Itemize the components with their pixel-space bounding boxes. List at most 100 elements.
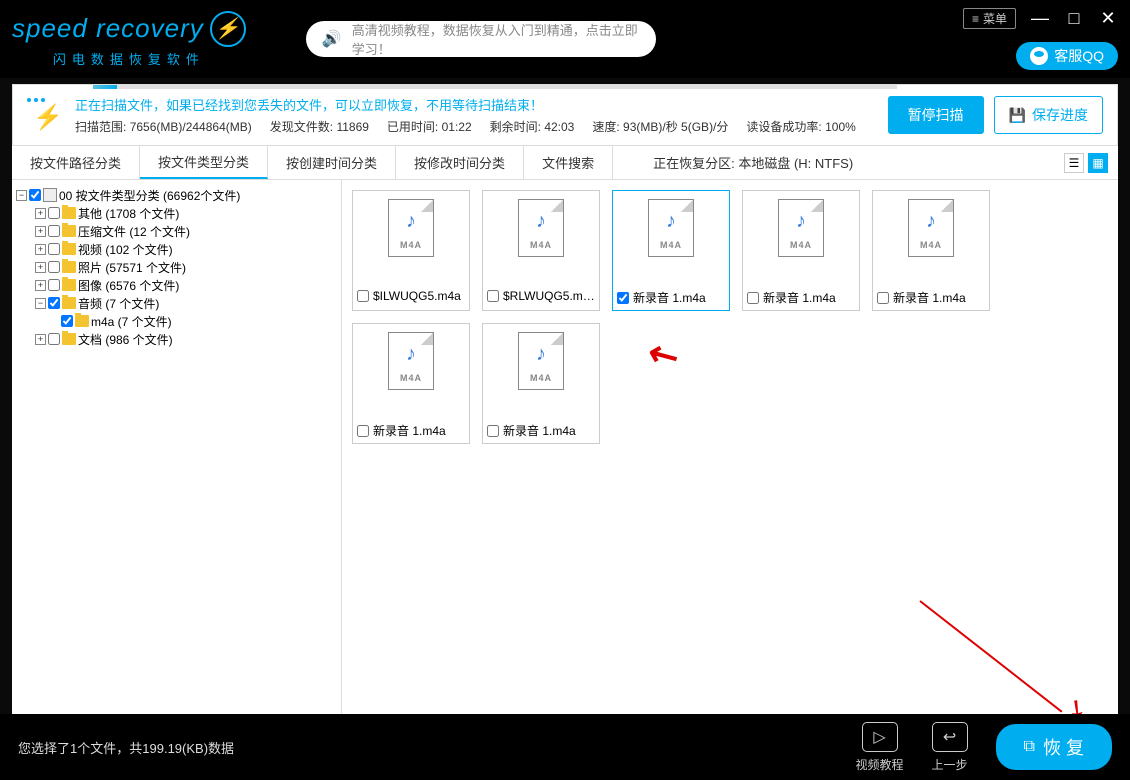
video-tutorial-button[interactable]: ▷ 视频教程: [856, 722, 904, 773]
tree-checkbox[interactable]: [29, 189, 41, 201]
tab-by-modified[interactable]: 按修改时间分类: [396, 146, 524, 179]
scan-status-panel: ⚡ 正在扫描文件，如果已经找到您丢失的文件，可以立即恢复，不用等待扫描结束！ 扫…: [12, 84, 1118, 146]
tree-checkbox[interactable]: [61, 315, 73, 327]
music-note-icon: ♪: [536, 343, 546, 366]
expand-icon[interactable]: −: [35, 298, 46, 309]
tutorial-link[interactable]: 🔊 高清视频教程，数据恢复从入门到精通，点击立即学习！: [306, 21, 656, 57]
file-name: 新录音 1.m4a: [763, 289, 855, 306]
tree-node[interactable]: −音频 (7 个文件): [16, 294, 337, 312]
file-name: 新录音 1.m4a: [893, 289, 985, 306]
tree-checkbox[interactable]: [48, 225, 60, 237]
menu-button[interactable]: ≡ 菜单: [963, 8, 1016, 29]
file-item[interactable]: ♪M4A新录音 1.m4a: [612, 190, 730, 311]
logo-subtitle: 闪电数据恢复软件: [53, 49, 205, 68]
expand-icon[interactable]: +: [35, 208, 46, 219]
scan-progress-bar: [93, 85, 897, 89]
selection-status: 您选择了1个文件，共199.19(KB)数据: [18, 738, 234, 757]
file-item[interactable]: ♪M4A 新录音 1.m4a: [482, 323, 600, 444]
expand-icon[interactable]: +: [35, 262, 46, 273]
recover-button[interactable]: ⧉ 恢 复: [996, 724, 1112, 770]
tree-checkbox[interactable]: [48, 261, 60, 273]
grid-view-button[interactable]: ▦: [1088, 153, 1108, 173]
file-item[interactable]: ♪M4A 新录音 1.m4a: [742, 190, 860, 311]
folder-icon: [62, 333, 76, 345]
file-thumbnail: ♪M4A: [908, 199, 954, 257]
speaker-icon: 🔊: [322, 29, 342, 49]
file-tree[interactable]: − 00 按文件类型分类 (66962个文件) +其他 (1708 个文件)+压…: [12, 180, 342, 742]
close-button[interactable]: ✕: [1098, 8, 1118, 29]
category-tabs: 按文件路径分类 按文件类型分类 按创建时间分类 按修改时间分类 文件搜索 正在恢…: [12, 146, 1118, 180]
file-thumbnail: ♪M4A: [778, 199, 824, 257]
hamburger-icon: ≡: [972, 12, 979, 26]
tab-by-created[interactable]: 按创建时间分类: [268, 146, 396, 179]
tab-by-path[interactable]: 按文件路径分类: [12, 146, 140, 179]
tree-node[interactable]: +照片 (57571 个文件): [16, 258, 337, 276]
tab-by-type[interactable]: 按文件类型分类: [140, 146, 268, 179]
pause-scan-button[interactable]: 暂停扫描: [888, 96, 984, 134]
content-area: − 00 按文件类型分类 (66962个文件) +其他 (1708 个文件)+压…: [12, 180, 1118, 742]
file-checkbox[interactable]: [357, 425, 369, 437]
maximize-button[interactable]: □: [1064, 8, 1084, 29]
file-checkbox[interactable]: [357, 290, 369, 302]
recover-icon: ⧉: [1024, 738, 1035, 756]
file-name: 新录音 1.m4a: [503, 422, 595, 439]
scan-title: 正在扫描文件，如果已经找到您丢失的文件，可以立即恢复，不用等待扫描结束！: [75, 95, 872, 114]
collapse-icon[interactable]: −: [16, 190, 27, 201]
tree-checkbox[interactable]: [48, 243, 60, 255]
drive-icon: [43, 188, 57, 202]
file-name: 新录音 1.m4a: [373, 422, 465, 439]
tree-node[interactable]: +压缩文件 (12 个文件): [16, 222, 337, 240]
scan-icon: ⚡: [27, 98, 61, 132]
folder-icon: [62, 297, 76, 309]
file-checkbox[interactable]: [747, 292, 759, 304]
tree-checkbox[interactable]: [48, 207, 60, 219]
file-item[interactable]: ♪M4A $ILWUQG5.m4a: [352, 190, 470, 311]
minimize-button[interactable]: —: [1030, 8, 1050, 29]
tree-root[interactable]: − 00 按文件类型分类 (66962个文件): [16, 186, 337, 204]
qq-icon: [1030, 47, 1048, 65]
file-grid: ♪M4A$ILWUQG5.m4a♪M4A$RLWUQG5.m4a♪M4A新录音 …: [342, 180, 1118, 742]
logo: speed recovery ⚡ 闪电数据恢复软件: [12, 11, 246, 68]
folder-icon: [75, 315, 89, 327]
save-progress-button[interactable]: 💾 保存进度: [994, 96, 1103, 134]
tree-node[interactable]: +其他 (1708 个文件): [16, 204, 337, 222]
music-note-icon: ♪: [536, 210, 546, 233]
back-button[interactable]: ↩ 上一步: [932, 722, 968, 773]
expand-icon[interactable]: +: [35, 244, 46, 255]
tree-node[interactable]: m4a (7 个文件): [16, 312, 337, 330]
tree-node[interactable]: +视频 (102 个文件): [16, 240, 337, 258]
file-name: $RLWUQG5.m4a: [503, 289, 595, 303]
file-checkbox[interactable]: [617, 292, 629, 304]
tree-checkbox[interactable]: [48, 279, 60, 291]
partition-info: 正在恢复分区: 本地磁盘 (H: NTFS): [653, 153, 853, 172]
back-icon: ↩: [932, 722, 968, 752]
music-note-icon: ♪: [796, 210, 806, 233]
tree-checkbox[interactable]: [48, 297, 60, 309]
file-thumbnail: ♪M4A: [388, 332, 434, 390]
tree-node[interactable]: +文档 (986 个文件): [16, 330, 337, 348]
expand-icon[interactable]: +: [35, 280, 46, 291]
file-item[interactable]: ♪M4A $RLWUQG5.m4a: [482, 190, 600, 311]
file-checkbox[interactable]: [877, 292, 889, 304]
tree-checkbox[interactable]: [48, 333, 60, 345]
customer-service-qq-button[interactable]: 客服QQ: [1016, 42, 1118, 70]
file-item[interactable]: ♪M4A 新录音 1.m4a: [872, 190, 990, 311]
file-name: $ILWUQG5.m4a: [373, 289, 465, 303]
file-checkbox[interactable]: [487, 290, 499, 302]
file-thumbnail: ♪M4A: [648, 199, 694, 257]
file-checkbox[interactable]: [487, 425, 499, 437]
expand-icon[interactable]: +: [35, 334, 46, 345]
bolt-icon: ⚡: [210, 11, 246, 47]
scan-stats: 扫描范围: 7656(MB)/244864(MB) 发现文件数: 11869 已…: [75, 118, 872, 135]
tab-search[interactable]: 文件搜索: [524, 146, 613, 179]
file-item[interactable]: ♪M4A 新录音 1.m4a: [352, 323, 470, 444]
file-thumbnail: ♪M4A: [518, 199, 564, 257]
folder-icon: [62, 225, 76, 237]
footer-bar: 您选择了1个文件，共199.19(KB)数据 ▷ 视频教程 ↩ 上一步 ⧉ 恢 …: [0, 714, 1130, 780]
list-view-button[interactable]: ☰: [1064, 153, 1084, 173]
tree-node[interactable]: +图像 (6576 个文件): [16, 276, 337, 294]
file-thumbnail: ♪M4A: [388, 199, 434, 257]
expand-icon[interactable]: +: [35, 226, 46, 237]
folder-icon: [62, 243, 76, 255]
file-thumbnail: ♪M4A: [518, 332, 564, 390]
